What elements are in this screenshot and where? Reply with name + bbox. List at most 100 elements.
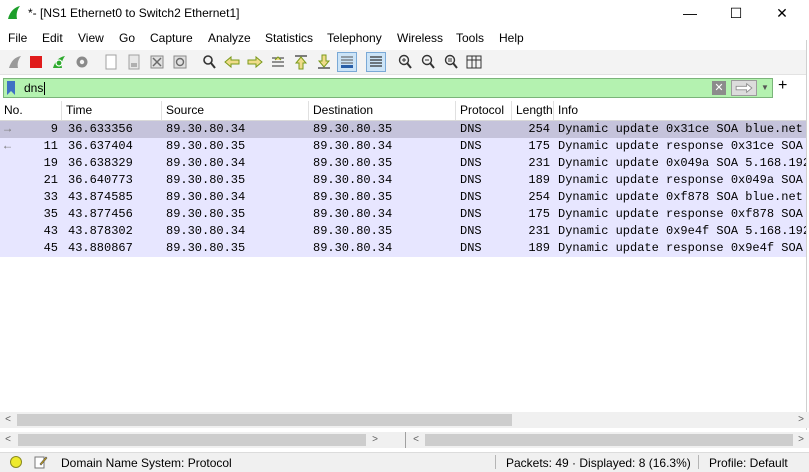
column-header-time[interactable]: Time [62, 101, 162, 120]
packet-list: No. Time Source Destination Protocol Len… [0, 101, 809, 411]
window-title: *- [NS1 Ethernet0 to Switch2 Ethernet1] [28, 6, 240, 20]
menu-file[interactable]: File [8, 31, 27, 45]
packet-time: 36.633356 [68, 122, 133, 136]
go-back-icon[interactable] [223, 53, 241, 71]
scrollbar-thumb[interactable] [17, 414, 512, 426]
menu-capture[interactable]: Capture [150, 31, 193, 45]
menu-statistics[interactable]: Statistics [265, 31, 313, 45]
packet-length: 189 [528, 173, 550, 187]
detail-panes-hscrollbar: < > < > [0, 432, 809, 448]
column-header-info[interactable]: Info [554, 101, 806, 120]
column-header-source[interactable]: Source [162, 101, 309, 120]
zoom-in-icon[interactable] [396, 53, 414, 71]
packet-row[interactable]: → 9 36.633356 89.30.80.34 89.30.80.35 DNS 254 D… [0, 121, 806, 138]
packet-no: 19 [43, 156, 58, 170]
menu-help[interactable]: Help [499, 31, 524, 45]
packet-time: 43.878302 [68, 224, 133, 238]
options-gear-icon[interactable] [73, 53, 91, 71]
go-to-packet-icon[interactable] [269, 53, 287, 71]
packet-length: 175 [528, 207, 550, 221]
restart-icon[interactable] [50, 53, 68, 71]
column-header-length[interactable]: Length [512, 101, 554, 120]
resize-columns-icon[interactable] [465, 53, 483, 71]
menu-view[interactable]: View [78, 31, 104, 45]
packet-list-header: No. Time Source Destination Protocol Len… [0, 101, 809, 121]
column-header-no[interactable]: No. [0, 101, 62, 120]
packet-protocol: DNS [460, 207, 482, 221]
scroll-left-icon[interactable]: < [0, 432, 16, 448]
bytes-scrollbar-thumb[interactable] [425, 434, 793, 446]
chevron-down-icon[interactable]: ▼ [761, 83, 769, 92]
shark-fin-start-icon[interactable] [6, 53, 24, 71]
apply-filter-button[interactable] [731, 80, 757, 96]
packet-destination: 89.30.80.35 [313, 122, 393, 136]
status-profile[interactable]: Profile: Default [709, 456, 788, 470]
auto-scroll-icon[interactable] [337, 52, 357, 72]
scroll-right-icon[interactable]: > [793, 412, 809, 428]
menu-edit[interactable]: Edit [42, 31, 63, 45]
status-field-info: Domain Name System: Protocol [61, 456, 232, 470]
filter-text[interactable]: dns [24, 81, 46, 96]
packet-row[interactable]: ← 11 36.637404 89.30.80.35 89.30.80.34 DNS 175… [0, 138, 806, 155]
packet-protocol: DNS [460, 122, 482, 136]
find-icon[interactable] [200, 53, 218, 71]
menu-go[interactable]: Go [119, 31, 135, 45]
zoom-out-icon[interactable] [419, 53, 437, 71]
reload-icon[interactable] [171, 53, 189, 71]
menu-analyze[interactable]: Analyze [208, 31, 251, 45]
packet-time: 36.638329 [68, 156, 133, 170]
close-button[interactable]: ✕ [759, 0, 805, 26]
packet-row[interactable]: 19 36.638329 89.30.80.34 89.30.80.35 DNS 231 D… [0, 155, 806, 172]
packet-no: 33 [43, 190, 58, 204]
clear-filter-icon[interactable]: ✕ [712, 81, 726, 95]
normal-size-icon[interactable] [442, 53, 460, 71]
colorize-icon[interactable] [366, 52, 386, 72]
menu-telephony[interactable]: Telephony [327, 31, 382, 45]
packet-source: 89.30.80.35 [166, 173, 246, 187]
packet-destination: 89.30.80.34 [313, 241, 393, 255]
packet-destination: 89.30.80.35 [313, 224, 393, 238]
minimize-button[interactable]: — [667, 0, 713, 26]
packet-row[interactable]: 43 43.878302 89.30.80.34 89.30.80.35 DNS 231 D… [0, 223, 806, 240]
menu-wireless[interactable]: Wireless [397, 31, 443, 45]
last-packet-icon[interactable] [315, 53, 333, 71]
scroll-left-icon[interactable]: < [0, 412, 16, 428]
packet-row[interactable]: 45 43.880867 89.30.80.35 89.30.80.34 DNS 189 D… [0, 240, 806, 257]
packet-protocol: DNS [460, 224, 482, 238]
packet-row[interactable]: 33 43.874585 89.30.80.34 89.30.80.35 DNS 254 D… [0, 189, 806, 206]
packet-destination: 89.30.80.35 [313, 156, 393, 170]
details-scrollbar-thumb[interactable] [18, 434, 366, 446]
menu-tools[interactable]: Tools [456, 31, 484, 45]
bookmark-icon[interactable] [7, 81, 15, 95]
packet-no: 43 [43, 224, 58, 238]
edit-comment-icon[interactable] [34, 455, 48, 469]
scroll-right-icon[interactable]: > [793, 432, 809, 448]
packet-no: 21 [43, 173, 58, 187]
column-header-protocol[interactable]: Protocol [456, 101, 512, 120]
first-packet-icon[interactable] [292, 53, 310, 71]
scroll-left-icon[interactable]: < [408, 432, 424, 448]
packet-info: Dynamic update 0x9e4f SOA 5.168.192 [558, 224, 806, 238]
status-separator [698, 455, 699, 469]
expert-info-icon[interactable] [10, 456, 22, 468]
column-header-destination[interactable]: Destination [309, 101, 456, 120]
stop-icon[interactable] [27, 53, 45, 71]
maximize-button[interactable]: ☐ [713, 0, 759, 26]
packet-list-hscrollbar[interactable]: < > [0, 412, 809, 428]
packet-row[interactable]: 35 43.877456 89.30.80.35 89.30.80.34 DNS 175 D… [0, 206, 806, 223]
packet-source: 89.30.80.34 [166, 224, 246, 238]
packet-time: 43.880867 [68, 241, 133, 255]
add-filter-button[interactable]: + [778, 77, 787, 95]
go-forward-icon[interactable] [246, 53, 264, 71]
packet-protocol: DNS [460, 156, 482, 170]
close-file-icon[interactable] [148, 53, 166, 71]
pane-splitter[interactable] [405, 432, 406, 448]
display-filter-input[interactable]: dns ✕ ▼ [3, 78, 773, 98]
save-file-icon[interactable] [125, 53, 143, 71]
title-bar: *- [NS1 Ethernet0 to Switch2 Ethernet1] … [0, 0, 809, 26]
scroll-right-icon[interactable]: > [367, 432, 383, 448]
packet-length: 175 [528, 139, 550, 153]
packet-destination: 89.30.80.34 [313, 207, 393, 221]
open-file-icon[interactable] [102, 53, 120, 71]
packet-row[interactable]: 21 36.640773 89.30.80.35 89.30.80.34 DNS 189 D… [0, 172, 806, 189]
